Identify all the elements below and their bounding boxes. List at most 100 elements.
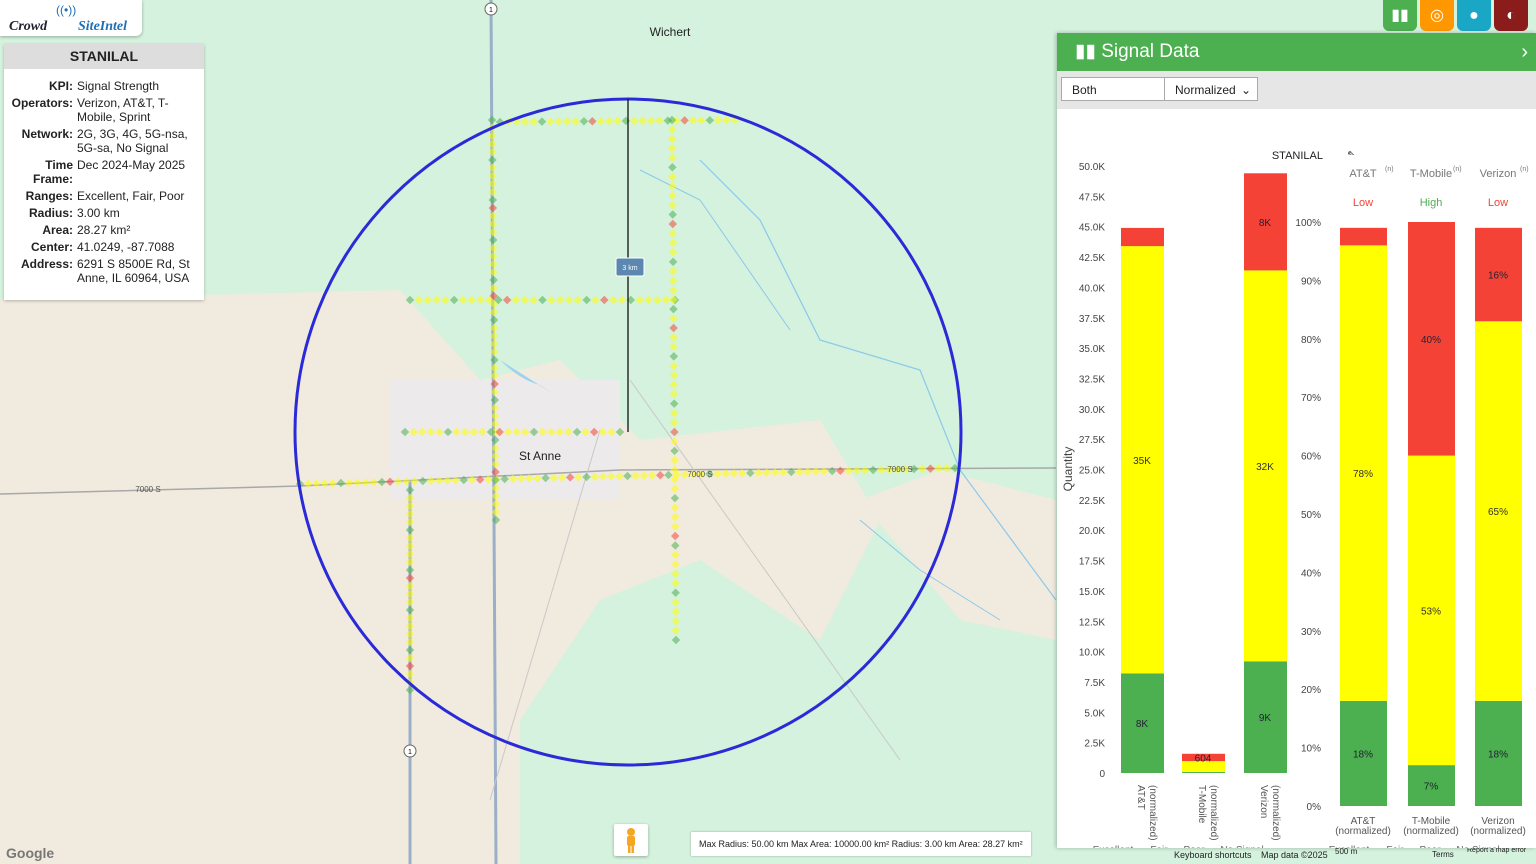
field-value: Verizon, AT&T, T-Mobile, Sprint	[77, 96, 169, 124]
field-label: KPI:	[49, 79, 73, 93]
app-logo[interactable]: ((•)) Crowd SiteIntel	[0, 0, 142, 36]
y-tick-label: 12.5K	[1079, 617, 1105, 628]
bar-label: 65%	[1488, 507, 1508, 518]
x-tick-label: Verizon	[1258, 785, 1269, 818]
y-tick-label: 30.0K	[1079, 405, 1105, 416]
bar-label: 604	[1195, 753, 1212, 764]
y-tick-label: 50.0K	[1079, 162, 1105, 173]
field-value: 3.00 km	[77, 206, 120, 220]
bar-label: 78%	[1353, 469, 1373, 480]
pegman-button[interactable]	[614, 824, 648, 856]
field-label: Address:	[20, 257, 73, 271]
road-label: 7000 S	[887, 465, 912, 474]
normalized-sup: (n)	[1453, 166, 1462, 173]
y-tick-label: 17.5K	[1079, 557, 1105, 568]
field-label: Time Frame:	[32, 158, 73, 186]
y-tick-label: 22.5K	[1079, 496, 1105, 507]
operator-column: AT&T	[1349, 168, 1377, 180]
bar-label: 53%	[1421, 606, 1441, 617]
map-data-label: Map data ©2025	[1261, 850, 1328, 860]
chevron-right-icon[interactable]: ›	[1521, 33, 1528, 71]
y-tick-label: 47.5K	[1079, 192, 1105, 203]
y-tick-label: 15.0K	[1079, 587, 1105, 598]
y-tick-label: 40.0K	[1079, 283, 1105, 294]
top-toolbar: ▮▮ ◎ ● ◐	[1383, 0, 1528, 31]
legend-label: Poor	[1419, 845, 1441, 848]
field-value: Signal Strength	[77, 79, 160, 93]
site-name: STANILAL	[4, 44, 204, 69]
legend-label: Excellent	[1093, 845, 1134, 848]
place-st-anne: St Anne	[519, 449, 561, 463]
signal-data-panel: ▮▮ Signal Data › Both⌄ Normalized ⌄ STANI…	[1057, 33, 1536, 848]
x-tick-label: (normalized)	[1270, 785, 1281, 841]
bar-label: 8K	[1259, 218, 1272, 229]
y-tick-label: 0%	[1307, 802, 1322, 813]
site-info-card: STANILAL KPI: Signal Strength Operators: V…	[4, 44, 204, 300]
bar-segment[interactable]	[1182, 772, 1225, 773]
y-tick-label: 2.5K	[1084, 739, 1105, 750]
operator-rating: High	[1420, 197, 1443, 209]
normalized-sup: (n)	[1520, 166, 1529, 173]
y-tick-label: 10.0K	[1079, 648, 1105, 659]
bar-label: 16%	[1488, 271, 1508, 282]
bar-label: 35K	[1133, 456, 1151, 467]
operator-rating: Low	[1488, 197, 1508, 209]
x-tick-label: AT&T	[1135, 785, 1146, 810]
y-tick-label: 60%	[1301, 452, 1321, 463]
field-value: 6291 S 8500E Rd, St Anne, IL 60964, USA	[77, 257, 190, 285]
globe-icon[interactable]: ◐	[1494, 0, 1528, 31]
field-value: 28.27 km²	[77, 223, 131, 237]
operator-column: T-Mobile	[1410, 168, 1452, 180]
legend-label: Poor	[1183, 845, 1205, 848]
route-shield: 1	[408, 749, 412, 756]
road-label: 7000 S	[135, 485, 160, 494]
normalized-sup: (n)	[1385, 166, 1394, 173]
y-tick-label: 45.0K	[1079, 223, 1105, 234]
field-value: 2G, 3G, 4G, 5G-nsa, 5G-sa, No Signal	[77, 127, 188, 155]
chart-title: STANILAL	[1272, 150, 1323, 162]
location-pin-icon[interactable]: ●	[1457, 0, 1491, 31]
mode-value: Normalized	[1175, 83, 1236, 97]
chart-icon[interactable]: ▮▮	[1383, 0, 1417, 31]
field-label: Operators:	[11, 96, 73, 110]
keyboard-shortcuts-link[interactable]: Keyboard shortcuts	[1174, 850, 1252, 860]
legend-label: Excellent	[1329, 845, 1370, 848]
antenna-icon: ((•))	[56, 3, 77, 17]
place-wichert: Wichert	[650, 25, 691, 39]
y-tick-label: 0	[1099, 769, 1105, 780]
bar-label: 7%	[1424, 782, 1439, 793]
field-value: Excellent, Fair, Poor	[77, 189, 185, 203]
bar-segment[interactable]	[1121, 227, 1164, 247]
field-label: Radius:	[28, 206, 73, 220]
mode-select[interactable]: Normalized ⌄	[1164, 77, 1258, 101]
y-tick-label: 7.5K	[1084, 678, 1105, 689]
y-tick-label: 100%	[1295, 218, 1321, 229]
field-label: Area:	[42, 223, 73, 237]
status-bar: Max Radius: 50.00 km Max Area: 10000.00 …	[691, 832, 1031, 856]
field-label: Ranges:	[25, 189, 73, 203]
y-tick-label: 90%	[1301, 276, 1321, 287]
logo-text-b: SiteIntel	[78, 19, 128, 34]
x-tick-label: (normalized)	[1335, 826, 1391, 837]
bar-segment[interactable]	[1340, 227, 1387, 246]
bar-label: 9K	[1259, 713, 1272, 724]
operator-column: Verizon	[1480, 168, 1517, 180]
terms-link[interactable]: Terms	[1432, 850, 1454, 859]
scale-label: 500 m	[1335, 847, 1358, 856]
y-tick-label: 50%	[1301, 510, 1321, 521]
x-tick-label: (normalized)	[1470, 826, 1526, 837]
filter-select[interactable]: Both⌄	[1061, 77, 1181, 101]
bar-chart-icon: ▮▮	[1075, 41, 1102, 62]
field-value: Dec 2024-May 2025	[77, 158, 186, 172]
radius-label: 3 km	[622, 265, 637, 272]
legend-label: No Signal	[1456, 845, 1499, 848]
x-tick-label: (normalized)	[1208, 785, 1219, 841]
field-value: 41.0249, -87.7088	[77, 240, 175, 254]
report-link[interactable]: Report a map error	[1467, 847, 1526, 854]
legend-label: Fair	[1150, 845, 1168, 848]
y-tick-label: 80%	[1301, 335, 1321, 346]
target-icon[interactable]: ◎	[1420, 0, 1454, 31]
y-tick-label: 35.0K	[1079, 344, 1105, 355]
y-tick-label: 20%	[1301, 685, 1321, 696]
bar-label: 40%	[1421, 335, 1441, 346]
